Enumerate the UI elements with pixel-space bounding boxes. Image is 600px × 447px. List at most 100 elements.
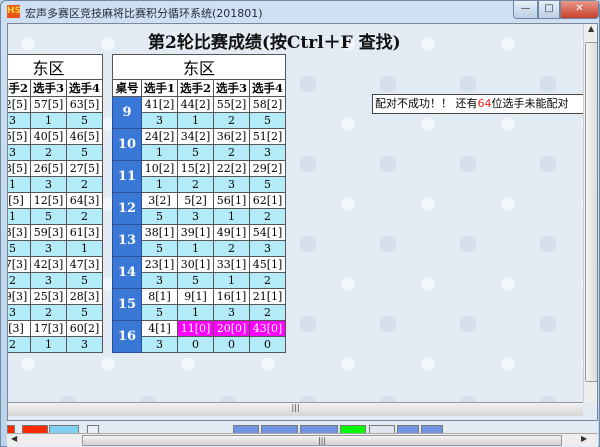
score-cell[interactable]: 61[3] bbox=[66, 224, 103, 241]
score-cell[interactable]: 7[3] bbox=[8, 320, 31, 337]
score-cell[interactable]: 17[3] bbox=[30, 320, 67, 337]
score-cell[interactable]: 18[5] bbox=[8, 160, 31, 177]
score-cell[interactable]: 6[5] bbox=[8, 192, 31, 209]
score-cell[interactable]: 41[2] bbox=[141, 96, 178, 113]
score-cell[interactable]: 38[1] bbox=[141, 224, 178, 241]
score-cell[interactable]: 29[2] bbox=[249, 160, 286, 177]
score-cell[interactable]: 5[2] bbox=[177, 192, 214, 209]
score-cell[interactable]: 35[5] bbox=[8, 128, 31, 145]
rank-cell[interactable]: 1 bbox=[177, 240, 214, 257]
rank-cell[interactable]: 3 bbox=[249, 144, 286, 161]
score-cell[interactable]: 59[3] bbox=[30, 224, 67, 241]
score-cell[interactable]: 63[5] bbox=[66, 96, 103, 113]
rank-cell[interactable]: 0 bbox=[213, 336, 250, 353]
score-cell[interactable]: 36[2] bbox=[213, 128, 250, 145]
rank-cell[interactable]: 5 bbox=[141, 240, 178, 257]
rank-cell[interactable]: 2 bbox=[249, 304, 286, 321]
score-cell[interactable]: 40[5] bbox=[30, 128, 67, 145]
rank-cell[interactable]: 3 bbox=[66, 336, 103, 353]
rank-cell[interactable]: 1 bbox=[30, 336, 67, 353]
score-cell[interactable]: 9[1] bbox=[177, 288, 214, 305]
score-cell[interactable]: 12[5] bbox=[30, 192, 67, 209]
rank-cell[interactable]: 3 bbox=[141, 112, 178, 129]
rank-cell[interactable]: 1 bbox=[177, 304, 214, 321]
score-cell[interactable]: 16[1] bbox=[213, 288, 250, 305]
score-cell[interactable]: 42[3] bbox=[30, 256, 67, 273]
table-number[interactable]: 9 bbox=[112, 96, 142, 129]
score-cell[interactable]: 26[5] bbox=[30, 160, 67, 177]
rank-cell[interactable]: 3 bbox=[8, 304, 31, 321]
score-cell[interactable]: 45[1] bbox=[249, 256, 286, 273]
score-cell[interactable]: 51[2] bbox=[249, 128, 286, 145]
score-cell[interactable]: 23[1] bbox=[141, 256, 178, 273]
rank-cell[interactable]: 2 bbox=[213, 112, 250, 129]
score-cell[interactable]: 27[5] bbox=[66, 160, 103, 177]
score-cell[interactable]: 57[5] bbox=[30, 96, 67, 113]
score-cell[interactable]: 49[1] bbox=[213, 224, 250, 241]
score-cell[interactable]: 64[3] bbox=[66, 192, 103, 209]
score-cell[interactable]: 47[3] bbox=[66, 256, 103, 273]
table-number[interactable]: 15 bbox=[112, 288, 142, 321]
rank-cell[interactable]: 3 bbox=[213, 304, 250, 321]
score-cell[interactable]: 15[2] bbox=[177, 160, 214, 177]
rank-cell[interactable]: 2 bbox=[213, 144, 250, 161]
rank-cell[interactable]: 1 bbox=[213, 272, 250, 289]
score-cell[interactable]: 58[2] bbox=[249, 96, 286, 113]
rank-cell[interactable]: 3 bbox=[30, 176, 67, 193]
score-cell[interactable]: 25[3] bbox=[30, 288, 67, 305]
rank-cell[interactable]: 1 bbox=[8, 176, 31, 193]
rank-cell[interactable]: 2 bbox=[30, 304, 67, 321]
table-number[interactable]: 10 bbox=[112, 128, 142, 161]
rank-cell[interactable]: 5 bbox=[66, 112, 103, 129]
score-cell[interactable]: 34[2] bbox=[177, 128, 214, 145]
rank-cell[interactable]: 1 bbox=[141, 144, 178, 161]
rank-cell[interactable]: 2 bbox=[249, 272, 286, 289]
vertical-scroll-thumb[interactable] bbox=[585, 42, 597, 382]
score-cell[interactable]: 24[2] bbox=[141, 128, 178, 145]
table-number[interactable]: 14 bbox=[112, 256, 142, 289]
scroll-right-icon[interactable]: ▶ bbox=[581, 434, 587, 443]
score-cell[interactable]: 39[1] bbox=[177, 224, 214, 241]
close-button[interactable]: ✕ bbox=[560, 1, 599, 19]
rank-cell[interactable]: 5 bbox=[177, 272, 214, 289]
score-cell[interactable]: 3[2] bbox=[141, 192, 178, 209]
score-cell[interactable]: 43[0] bbox=[249, 320, 286, 337]
score-cell[interactable]: 4[1] bbox=[141, 320, 178, 337]
rank-cell[interactable]: 2 bbox=[66, 208, 103, 225]
score-cell[interactable]: 54[1] bbox=[249, 224, 286, 241]
rank-cell[interactable]: 5 bbox=[141, 208, 178, 225]
rank-cell[interactable]: 2 bbox=[249, 208, 286, 225]
score-cell[interactable]: 60[2] bbox=[66, 320, 103, 337]
rank-cell[interactable]: 5 bbox=[66, 272, 103, 289]
rank-cell[interactable]: 3 bbox=[141, 272, 178, 289]
score-cell[interactable]: 55[2] bbox=[213, 96, 250, 113]
rank-cell[interactable]: 2 bbox=[8, 336, 31, 353]
horizontal-scrollbar[interactable]: ||| bbox=[8, 402, 583, 416]
rank-cell[interactable]: 3 bbox=[213, 176, 250, 193]
rank-cell[interactable]: 5 bbox=[141, 304, 178, 321]
rank-cell[interactable]: 0 bbox=[249, 336, 286, 353]
rank-cell[interactable]: 3 bbox=[30, 240, 67, 257]
rank-cell[interactable]: 1 bbox=[8, 208, 31, 225]
score-cell[interactable]: 33[1] bbox=[213, 256, 250, 273]
rank-cell[interactable]: 1 bbox=[213, 208, 250, 225]
vertical-scrollbar[interactable]: ▲ bbox=[583, 24, 597, 402]
rank-cell[interactable]: 5 bbox=[177, 144, 214, 161]
rank-cell[interactable]: 2 bbox=[66, 176, 103, 193]
maximize-button[interactable]: □ bbox=[538, 1, 560, 19]
score-cell[interactable]: 56[1] bbox=[213, 192, 250, 209]
rank-cell[interactable]: 1 bbox=[30, 112, 67, 129]
rank-cell[interactable]: 0 bbox=[177, 336, 214, 353]
score-cell[interactable]: 52[5] bbox=[8, 96, 31, 113]
rank-cell[interactable]: 2 bbox=[30, 144, 67, 161]
rank-cell[interactable]: 5 bbox=[30, 208, 67, 225]
rank-cell[interactable]: 3 bbox=[177, 208, 214, 225]
rank-cell[interactable]: 3 bbox=[8, 112, 31, 129]
score-cell[interactable]: 37[3] bbox=[8, 256, 31, 273]
rank-cell[interactable]: 2 bbox=[8, 272, 31, 289]
rank-cell[interactable]: 2 bbox=[177, 176, 214, 193]
score-cell[interactable]: 53[3] bbox=[8, 224, 31, 241]
score-cell[interactable]: 44[2] bbox=[177, 96, 214, 113]
score-cell[interactable]: 62[1] bbox=[249, 192, 286, 209]
rank-cell[interactable]: 1 bbox=[66, 240, 103, 257]
